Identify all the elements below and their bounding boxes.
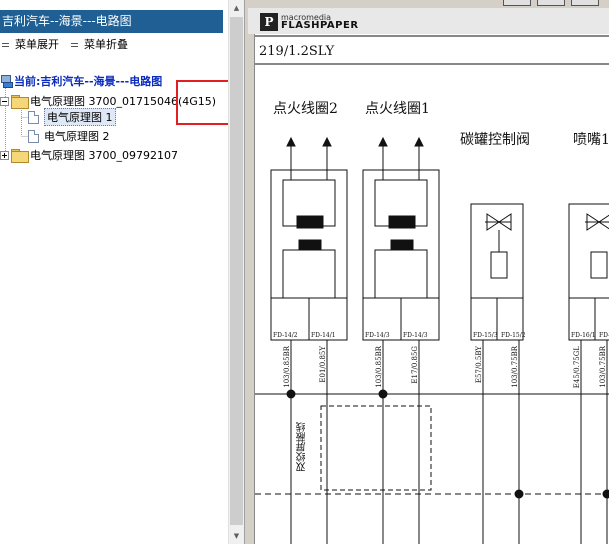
list-icon xyxy=(71,41,78,49)
flashpaper-badge-icon: P xyxy=(260,13,278,31)
list-icon xyxy=(2,41,9,49)
expand-menu-button[interactable]: 菜单展开 xyxy=(2,36,59,54)
tree-root-label: 当前:吉利汽车--海景---电路图 xyxy=(14,75,163,88)
tree-item-label: 电气原理图 2 xyxy=(44,130,110,143)
document-icon xyxy=(28,110,39,124)
document-viewer: P macromedia FLASHPAPER 219/1.2SLY 点火线圈2… xyxy=(248,0,609,544)
collapse-toggle-icon[interactable] xyxy=(0,96,9,106)
folder-icon xyxy=(11,149,29,163)
wire-label: 103/0.85BR xyxy=(375,346,383,388)
viewer-toolbar-button[interactable] xyxy=(571,0,599,6)
pin-label: FD-14/1 xyxy=(311,332,336,339)
tree-toolbar: 菜单展开 菜单折叠 xyxy=(0,36,223,54)
folder-open-icon xyxy=(11,95,29,109)
document-tree: 当前:吉利汽车--海景---电路图 电气原理图 3700_01715046(4G… xyxy=(0,72,228,544)
annotation-highlight-box xyxy=(176,80,231,125)
collapse-menu-label: 菜单折叠 xyxy=(84,38,128,51)
tree-root[interactable]: 当前:吉利汽车--海景---电路图 xyxy=(0,72,162,90)
tree-node-label: 电气原理图 3700_09792107 xyxy=(30,149,178,162)
wire-label: 103/0.75BR xyxy=(599,346,607,388)
ignition-coil-2-label: 点火线圈2 xyxy=(273,101,338,117)
wire-label: E01/0.85Y xyxy=(319,346,327,383)
tree-scrollbar[interactable]: ▲ ▼ xyxy=(228,0,244,544)
tree-item-diagram-2[interactable]: 电气原理图 2 xyxy=(28,127,110,145)
wire-label: E45/0.75GL xyxy=(573,346,581,389)
schematic-page[interactable]: 219/1.2SLY 点火线圈2 点火线圈1 碳罐控制阀 喷嘴1 FD-14/2… xyxy=(254,34,609,544)
pin-label: FD-15/3 xyxy=(473,332,498,339)
scroll-thumb[interactable] xyxy=(230,17,243,525)
document-icon xyxy=(28,129,39,143)
flashpaper-logo: P macromedia FLASHPAPER xyxy=(260,13,359,31)
pin-label: FD-16/2 xyxy=(599,332,609,339)
pin-label: FD-16/1 xyxy=(571,332,596,339)
pin-label: FD-14/2 xyxy=(273,332,298,339)
scroll-up-arrow-icon[interactable]: ▲ xyxy=(229,0,244,16)
pin-label: FD-14/3 xyxy=(403,332,428,339)
tree-item-label: 电气原理图 1 xyxy=(44,108,116,126)
logo-big-text: FLASHPAPER xyxy=(281,20,359,31)
injector-label: 喷嘴1 xyxy=(573,132,609,148)
viewer-toolbar-button[interactable] xyxy=(537,0,565,6)
navigation-pane: 吉利汽车--海景---电路图 菜单展开 菜单折叠 当前:吉利汽车--海景---电… xyxy=(0,0,244,544)
wire-label: 103/0.85BR xyxy=(283,346,291,388)
collapse-menu-button[interactable]: 菜单折叠 xyxy=(71,36,128,54)
wire-label: E57/0.5BY xyxy=(475,346,483,384)
panel-title: 吉利汽车--海景---电路图 xyxy=(0,10,223,33)
pin-label: FD-15/2 xyxy=(501,332,526,339)
shielded-wire-label: 双绞屏蔽线 xyxy=(297,422,308,472)
tree-node-09792107[interactable]: 电气原理图 3700_09792107 xyxy=(0,146,178,164)
wire-label: E17/0.85G xyxy=(411,346,419,384)
pin-label: FD-14/3 xyxy=(365,332,390,339)
schematic-reference: 219/1.2SLY xyxy=(259,44,335,59)
wire-label: 103/0.75BR xyxy=(511,346,519,388)
viewer-toolbar-button[interactable] xyxy=(503,0,531,6)
canister-valve-label: 碳罐控制阀 xyxy=(460,132,530,148)
scroll-down-arrow-icon[interactable]: ▼ xyxy=(229,528,244,544)
ignition-coil-1-label: 点火线圈1 xyxy=(365,101,430,117)
expand-menu-label: 菜单展开 xyxy=(15,38,59,51)
tree-item-diagram-1[interactable]: 电气原理图 1 xyxy=(28,108,116,126)
computer-icon xyxy=(0,75,13,88)
flashpaper-wordmark: macromedia FLASHPAPER xyxy=(281,14,359,31)
viewer-header: P macromedia FLASHPAPER xyxy=(248,8,609,34)
expand-toggle-icon[interactable] xyxy=(0,150,9,160)
